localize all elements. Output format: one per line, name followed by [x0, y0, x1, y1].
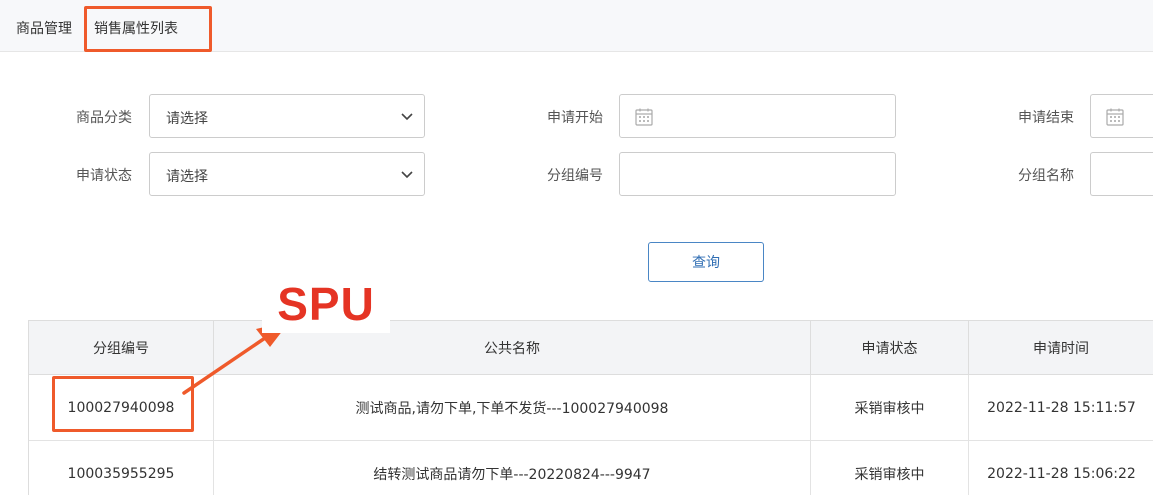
group-name-label: 分组名称	[1018, 168, 1074, 184]
cell-common-name: 测试商品,请勿下单,下单不发货---100027940098	[214, 375, 811, 440]
table-header: 分组编号 公共名称 申请状态 申请时间	[29, 321, 1153, 375]
apply-end-label: 申请结束	[1018, 110, 1074, 126]
apply-end-date-input[interactable]	[1090, 94, 1153, 138]
annotation-box-spu	[52, 376, 194, 432]
cell-apply-status: 采销审核中	[811, 441, 969, 495]
sales-attribute-table: 分组编号 公共名称 申请状态 申请时间 100027940098 测试商品,请勿…	[28, 320, 1153, 495]
cell-common-name: 结转测试商品请勿下单---20220824---9947	[214, 441, 811, 495]
apply-start-date-input[interactable]	[619, 94, 896, 138]
category-select[interactable]: 请选择	[149, 94, 425, 138]
group-name-input[interactable]	[1090, 152, 1153, 196]
cell-group-no: 100035955295	[29, 441, 214, 495]
annotation-box-breadcrumb	[84, 6, 212, 52]
breadcrumb-item-goods-management[interactable]: 商品管理	[16, 18, 72, 38]
apply-status-label: 申请状态	[76, 168, 132, 184]
category-select-value: 请选择	[166, 111, 208, 127]
column-header-apply-status: 申请状态	[811, 321, 969, 374]
table-row[interactable]: 100027940098 测试商品,请勿下单,下单不发货---100027940…	[29, 375, 1153, 441]
apply-status-select-value: 请选择	[166, 169, 208, 185]
cell-apply-status: 采销审核中	[811, 375, 969, 440]
chevron-down-icon	[401, 171, 413, 179]
calendar-icon[interactable]	[1105, 107, 1125, 127]
column-header-apply-time: 申请时间	[969, 321, 1153, 374]
group-no-input[interactable]	[619, 152, 896, 196]
spu-annotation-label: SPU	[262, 275, 390, 333]
column-header-group-no: 分组编号	[29, 321, 214, 374]
table-row[interactable]: 100035955295 结转测试商品请勿下单---20220824---994…	[29, 441, 1153, 495]
group-no-label: 分组编号	[547, 168, 603, 184]
apply-status-select[interactable]: 请选择	[149, 152, 425, 196]
calendar-icon[interactable]	[634, 107, 654, 127]
apply-start-label: 申请开始	[547, 110, 603, 126]
category-label: 商品分类	[76, 110, 132, 126]
cell-apply-time: 2022-11-28 15:06:22	[987, 465, 1136, 482]
query-button[interactable]: 查询	[648, 242, 764, 282]
cell-apply-time: 2022-11-28 15:11:57	[987, 399, 1136, 416]
chevron-down-icon	[401, 113, 413, 121]
